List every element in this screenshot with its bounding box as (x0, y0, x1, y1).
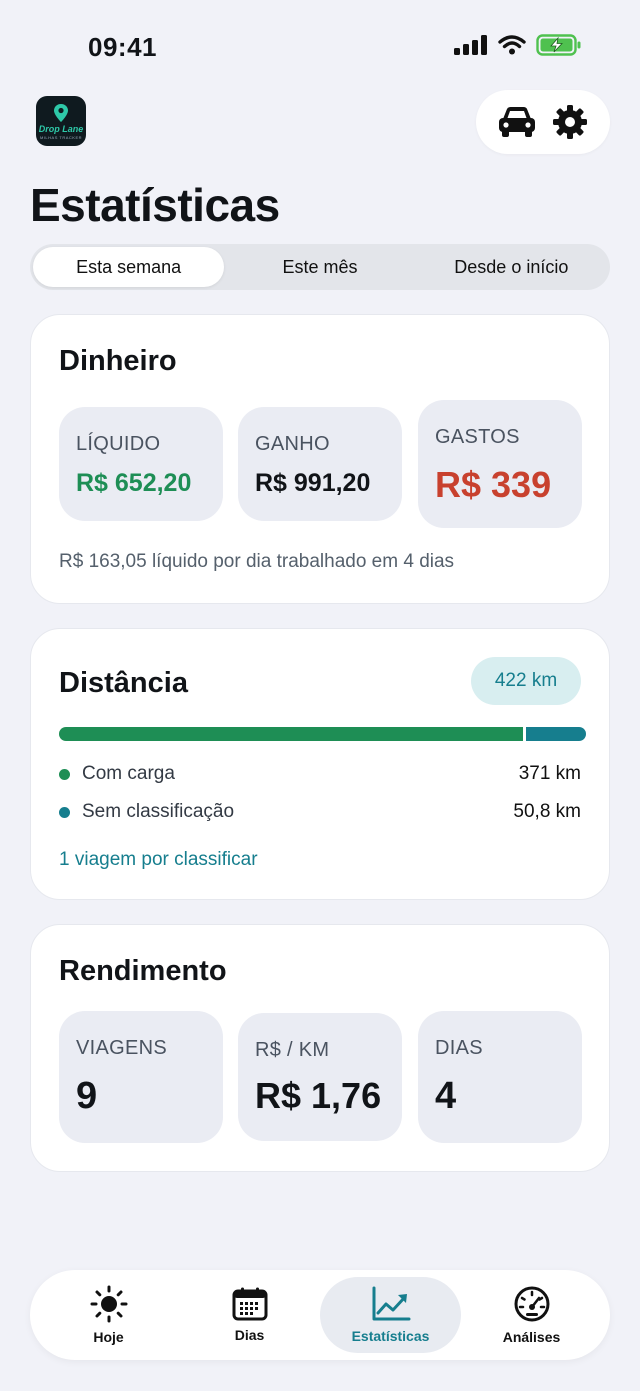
app-logo: Drop Lane MILHAS TRACKER (36, 96, 86, 146)
pending-trips-link[interactable]: 1 viagem por classificar (59, 849, 258, 871)
per-km-value: R$ 1,76 (255, 1075, 382, 1116)
legend-value-loaded: 371 km (518, 763, 581, 784)
loaded-dot (59, 768, 70, 780)
vehicle-button[interactable] (493, 98, 541, 146)
expenses-label: GASTOS (435, 426, 520, 448)
calendar-icon (232, 1287, 267, 1321)
distance-bar (59, 727, 586, 741)
signal-icon (454, 35, 487, 55)
yield-title: Rendimento (59, 955, 227, 987)
per-km-tile: R$ / KM R$ 1,76 (238, 1013, 402, 1141)
daily-net-summary: R$ 163,05 líquido por dia trabalhado em … (59, 551, 455, 572)
nav-label-analyses: Análises (502, 1329, 561, 1345)
battery-icon (536, 34, 581, 56)
net-label: LÍQUIDO (76, 433, 161, 455)
trips-label: VIAGENS (76, 1037, 168, 1059)
tab-this-week[interactable]: Esta semana (33, 247, 225, 287)
period-selector: Esta semana Este mês Desde o início (30, 244, 610, 290)
nav-label-days: Dias (234, 1327, 265, 1343)
net-value: R$ 652,20 (76, 469, 192, 497)
unclassified-dot (59, 806, 70, 818)
earned-tile: GANHO R$ 991,20 (238, 407, 402, 521)
wifi-icon (498, 35, 526, 55)
tab-this-month[interactable]: Este mês (224, 247, 415, 287)
trips-value: 9 (76, 1075, 98, 1117)
distance-card: Distância 422 km Com carga 371 km Sem cl… (30, 628, 610, 900)
sun-icon (90, 1285, 127, 1323)
earned-label: GANHO (255, 433, 330, 455)
status-time: 09:41 (88, 32, 157, 62)
gear-icon (552, 105, 587, 139)
days-label: DIAS (435, 1037, 483, 1059)
status-bar: 09:41 (0, 0, 640, 96)
days-tile: DIAS 4 (418, 1011, 582, 1143)
location-pin-icon (54, 103, 68, 122)
page-title: Estatísticas (30, 179, 280, 231)
money-title: Dinheiro (59, 345, 177, 377)
distance-total-badge: 422 km (471, 657, 581, 705)
logo-text: Drop Lane (38, 123, 84, 134)
logo-subtitle: MILHAS TRACKER (39, 134, 83, 140)
legend-value-unclassified: 50,8 km (513, 801, 581, 822)
legend-label-unclassified: Sem classificação (82, 801, 235, 822)
legend-label-loaded: Com carga (82, 763, 175, 784)
nav-label-statistics: Estatísticas (351, 1328, 430, 1344)
nav-item-statistics[interactable]: Estatísticas (320, 1277, 461, 1353)
legend-row-loaded: Com carga 371 km (59, 763, 581, 785)
nav-item-analyses[interactable]: Análises (461, 1277, 602, 1353)
expenses-value: R$ 339 (435, 464, 552, 505)
distance-bar-unclassified (525, 727, 586, 741)
distance-title: Distância (59, 667, 188, 699)
yield-card: Rendimento VIAGENS 9 R$ / KM R$ 1,76 DIA… (30, 924, 610, 1172)
legend-row-unclassified: Sem classificação 50,8 km (59, 801, 581, 823)
top-actions (476, 90, 610, 154)
nav-label-today: Hoje (93, 1329, 124, 1345)
settings-button[interactable] (546, 98, 594, 146)
money-card: Dinheiro LÍQUIDO R$ 652,20 GANHO R$ 991,… (30, 314, 610, 604)
earned-value: R$ 991,20 (255, 469, 371, 497)
distance-bar-loaded (59, 727, 523, 741)
chart-icon (372, 1286, 410, 1321)
tab-since-start[interactable]: Desde o início (416, 247, 607, 287)
nav-item-today[interactable]: Hoje (38, 1277, 179, 1353)
days-value: 4 (435, 1075, 457, 1117)
car-icon (498, 107, 535, 137)
per-km-label: R$ / KM (255, 1039, 330, 1061)
gauge-icon (514, 1286, 549, 1322)
status-icons (454, 34, 582, 56)
expenses-tile: GASTOS R$ 339 (418, 400, 582, 528)
net-tile: LÍQUIDO R$ 652,20 (59, 407, 223, 521)
trips-tile: VIAGENS 9 (59, 1011, 223, 1143)
nav-item-days[interactable]: Dias (179, 1277, 320, 1353)
bottom-nav: Hoje Dias Estatísticas Análises (30, 1270, 610, 1360)
